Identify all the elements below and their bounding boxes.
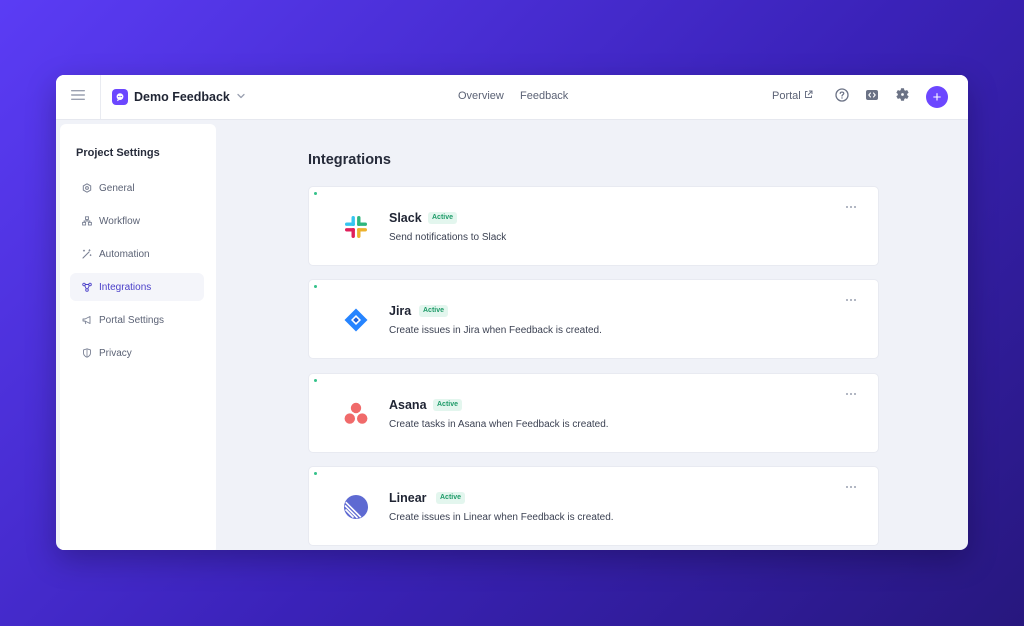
sidebar-item-integrations[interactable]: Integrations [70,273,204,301]
nav-feedback[interactable]: Feedback [520,90,568,102]
create-button[interactable]: + [926,86,948,108]
asana-icon [342,400,370,428]
sidebar-item-portal-settings[interactable]: Portal Settings [70,306,204,334]
sidebar-item-label: Workflow [99,215,140,227]
external-link-icon [804,90,813,102]
menu-button[interactable] [56,75,101,119]
help-button[interactable] [834,87,850,107]
more-options-button[interactable] [844,202,858,212]
top-bar: Demo Feedback Overview Feedback Portal + [56,75,968,120]
sidebar-item-label: Portal Settings [99,314,165,326]
integration-description: Create issues in Jira when Feedback is c… [389,325,602,336]
integration-description: Create issues in Linear when Feedback is… [389,512,614,523]
settings-hex-icon [82,183,92,193]
sidebar-item-workflow[interactable]: Workflow [70,207,204,235]
megaphone-icon [82,315,92,325]
status-badge: Active [433,399,463,411]
sidebar-item-privacy[interactable]: Privacy [70,339,204,367]
integration-name: Jira [389,304,412,318]
slack-icon [342,213,370,241]
workflow-icon [82,216,92,226]
code-icon [865,88,879,107]
integration-name: Asana [389,398,427,412]
portal-link[interactable]: Portal [772,90,813,102]
shield-icon [82,348,92,358]
sidebar-item-general[interactable]: General [70,174,204,202]
integration-card-slack[interactable]: Slack Active Send notifications to Slack [308,186,879,266]
sidebar-item-label: General [99,182,135,194]
status-dot [314,192,317,195]
sidebar-item-label: Automation [99,248,150,260]
nav-overview[interactable]: Overview [458,90,504,102]
more-options-button[interactable] [844,295,858,305]
page-title: Integrations [308,152,391,168]
gear-icon [895,87,910,107]
status-badge: Active [428,212,458,224]
status-dot [314,285,317,288]
status-dot [314,379,317,382]
menu-icon [71,88,85,106]
embed-code-button[interactable] [864,89,880,105]
linear-icon [342,493,370,521]
portal-label: Portal [772,90,801,102]
project-name: Demo Feedback [134,90,230,104]
wand-icon [82,249,92,259]
settings-sidebar: Project Settings General Workflow Automa… [60,124,216,550]
integration-description: Create tasks in Asana when Feedback is c… [389,419,609,430]
integration-name: Linear [389,491,427,505]
status-badge: Active [419,305,449,317]
plus-icon: + [932,88,942,106]
integration-name: Slack [389,211,422,225]
chevron-down-icon [236,88,246,106]
app-window: Demo Feedback Overview Feedback Portal +… [56,75,968,550]
integration-card-jira[interactable]: Jira Active Create issues in Jira when F… [308,279,879,359]
settings-button[interactable] [894,87,910,107]
more-options-button[interactable] [844,389,858,399]
sidebar-item-label: Integrations [99,281,152,293]
status-dot [314,472,317,475]
more-options-button[interactable] [844,482,858,492]
integrations-icon [82,282,92,292]
help-icon [835,87,849,107]
sidebar-title: Project Settings [76,147,160,159]
sidebar-item-label: Privacy [99,347,132,359]
app-logo-icon [112,89,128,105]
integration-description: Send notifications to Slack [389,232,507,243]
status-badge: Active [436,492,466,504]
jira-icon [342,306,370,334]
sidebar-item-automation[interactable]: Automation [70,240,204,268]
project-switcher[interactable]: Demo Feedback [112,87,246,107]
integration-card-asana[interactable]: Asana Active Create tasks in Asana when … [308,373,879,453]
integration-card-linear[interactable]: Linear Active Create issues in Linear wh… [308,466,879,546]
